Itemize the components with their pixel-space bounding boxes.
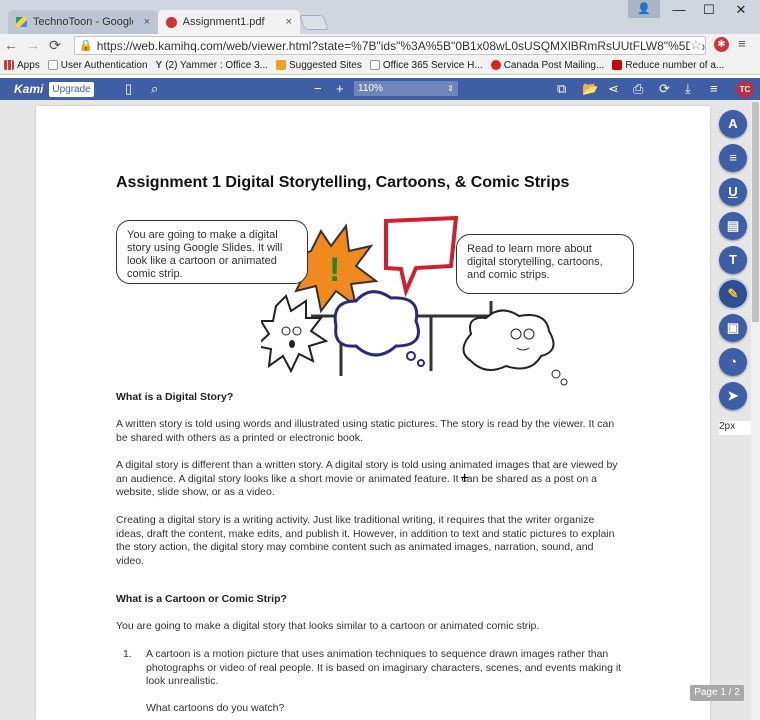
list-item-1: A cartoon is a motion picture that uses … — [146, 648, 622, 687]
adobe-icon — [612, 60, 623, 70]
yammer-icon: Y — [155, 59, 163, 71]
apps-grid-icon — [4, 60, 14, 70]
bookmark-suggested-sites[interactable]: Suggested Sites — [276, 60, 362, 71]
list-number: 1. — [123, 648, 132, 660]
tab-close-icon[interactable]: × — [286, 16, 292, 28]
bookmark-canada-post[interactable]: Canada Post Mailing... — [490, 60, 604, 71]
print-icon[interactable]: ⎙ — [633, 81, 643, 97]
page-icon — [47, 60, 58, 70]
profile-icon[interactable]: 👤 — [628, 0, 660, 18]
bookmark-user-auth[interactable]: User Authentication — [47, 60, 148, 71]
address-bar-row: ← → ⟳ 🔒 https://web.kamihq.com/web/viewe… — [0, 34, 760, 56]
forward-arrow-icon[interactable]: → — [22, 37, 44, 53]
kami-logo[interactable]: Kami — [14, 82, 43, 96]
sidebar-toggle-icon[interactable]: ▯ — [125, 81, 132, 97]
tab-assignment1[interactable]: Assignment1.pdf × — [158, 10, 300, 34]
lock-icon: 🔒 — [79, 40, 93, 52]
url-text: https://web.kamihq.com/web/viewer.html?s… — [96, 38, 705, 53]
text-cursor-icon: + — [460, 470, 470, 487]
bookmark-reduce[interactable]: Reduce number of a... — [612, 60, 724, 71]
text-tool-button[interactable]: T — [719, 246, 747, 274]
speech-bubble-left: You are going to make a digital story us… — [116, 220, 308, 284]
canada-post-icon — [490, 60, 501, 70]
kami-favicon-icon — [166, 16, 177, 28]
zoom-out-button[interactable]: − — [314, 81, 322, 96]
tab-title: Assignment1.pdf — [182, 16, 265, 28]
hamburger-menu-icon[interactable]: ≡ — [710, 81, 718, 96]
document-title: Assignment 1 Digital Storytelling, Carto… — [116, 174, 570, 191]
copy-icon[interactable]: ⧉ — [557, 81, 566, 97]
search-icon[interactable]: ⌕ — [151, 81, 158, 97]
thought-cloud-blue — [333, 290, 420, 357]
svg-text:!: ! — [329, 251, 340, 289]
tab-title: TechnoToon - Google Driv — [33, 16, 133, 28]
paragraph-3: Creating a digital story is a writing ac… — [116, 514, 615, 567]
close-window-button[interactable]: ✕ — [726, 2, 756, 18]
download-icon[interactable]: ⤓ — [685, 81, 691, 97]
underline-tool-button[interactable]: U — [719, 178, 747, 206]
draw-tool-button[interactable]: ✎ — [719, 280, 747, 308]
zoom-select[interactable]: 110% ⇕ — [354, 81, 458, 96]
paragraph-2: A digital story is different than a writ… — [116, 459, 618, 498]
menu-icon[interactable]: ≡ — [738, 36, 746, 51]
comment-tool-button[interactable]: ▤ — [719, 212, 747, 240]
bookmark-yammer[interactable]: Y (2) Yammer : Office 3... — [156, 60, 268, 71]
bookmarks-bar: Apps User Authentication Y (2) Yammer : O… — [0, 56, 760, 75]
sync-icon[interactable]: ⟳ — [659, 81, 670, 97]
back-arrow-icon[interactable]: ← — [0, 37, 22, 53]
eraser-tool-button[interactable]: ◔ — [719, 348, 747, 376]
minimize-button[interactable]: — — [664, 2, 694, 17]
scrollbar-thumb[interactable] — [752, 102, 759, 322]
upgrade-button[interactable]: Upgrade — [49, 81, 94, 97]
speech-bubble-right: Read to learn more about digital storyte… — [456, 234, 634, 294]
strikethrough-tool-button[interactable]: ≡ — [719, 144, 747, 172]
tab-close-icon[interactable]: × — [144, 16, 150, 28]
bookmark-apps[interactable]: Apps — [4, 60, 40, 71]
heading-digital-story: What is a Digital Story? — [116, 391, 234, 403]
folder-icon[interactable]: 📂 — [582, 81, 598, 97]
page-icon — [369, 60, 380, 70]
speech-balloon-red — [384, 215, 459, 298]
paragraph-4: You are going to make a digital story th… — [116, 620, 540, 632]
kami-extension-icon[interactable]: ✱ — [714, 37, 729, 52]
star-icon[interactable]: ☆ — [690, 37, 702, 53]
thought-cloud-face — [462, 309, 555, 371]
heading-cartoon: What is a Cartoon or Comic Strip? — [116, 593, 287, 605]
paragraph-1: A written story is told using words and … — [116, 418, 615, 444]
zoom-in-button[interactable]: + — [336, 81, 344, 96]
chevron-updown-icon: ⇕ — [447, 84, 454, 93]
new-tab-button[interactable] — [299, 15, 329, 30]
maximize-button[interactable]: ☐ — [694, 2, 724, 18]
reload-icon[interactable]: ⟳ — [44, 37, 66, 54]
pdf-page: Assignment 1 Digital Storytelling, Carto… — [36, 106, 710, 720]
bookmark-office365[interactable]: Office 365 Service H... — [369, 60, 483, 71]
question-text: What cartoons do you watch? — [146, 702, 285, 714]
document-viewer[interactable]: Assignment 1 Digital Storytelling, Carto… — [0, 100, 760, 720]
user-avatar[interactable]: TC — [736, 81, 754, 98]
kami-toolbar: Kami Upgrade ▯ ⌕ − + 110% ⇕ ⧉ 📂 ⋖ ⎙ ⟳ ⤓ ≡… — [0, 78, 760, 100]
url-input[interactable]: 🔒 https://web.kamihq.com/web/viewer.html… — [74, 36, 706, 55]
select-text-tool-button[interactable]: A — [719, 110, 747, 138]
pointer-tool-button[interactable]: ➤ — [719, 382, 747, 410]
shape-tool-button[interactable]: ▣ — [719, 314, 747, 342]
tab-technotoon[interactable]: TechnoToon - Google Driv × — [8, 10, 158, 34]
page-indicator: Page 1 / 2 — [690, 685, 744, 701]
google-drive-icon — [16, 17, 27, 27]
bing-icon — [276, 60, 286, 70]
browser-tab-bar: TechnoToon - Google Driv × Assignment1.p… — [0, 0, 760, 34]
share-icon[interactable]: ⋖ — [608, 81, 619, 97]
